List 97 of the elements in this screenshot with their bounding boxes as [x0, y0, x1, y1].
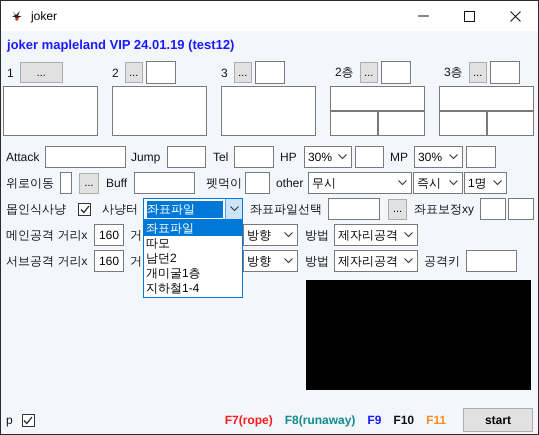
field-label: Buff — [106, 176, 128, 190]
dropdown[interactable]: 무시 — [308, 172, 412, 194]
field-label: HP — [280, 150, 297, 164]
input-field[interactable] — [221, 86, 316, 136]
app-header: joker mapleland VIP 24.01.19 (test12) — [7, 37, 236, 53]
input-field[interactable] — [328, 198, 380, 220]
field-label: 방법 — [305, 252, 329, 270]
minimize-icon — [418, 15, 428, 17]
dropdown[interactable]: 방향 — [243, 250, 298, 272]
input-field[interactable] — [490, 61, 520, 84]
dropdown-option[interactable]: 따모 — [144, 236, 242, 251]
hotkey-label: F11 — [426, 413, 446, 427]
input-field[interactable]: 160 — [94, 224, 124, 246]
maximize-icon — [464, 10, 474, 22]
window-title: joker — [31, 9, 58, 23]
chevron-down-icon — [284, 232, 293, 238]
field-label: 방법 — [305, 226, 329, 244]
browse-button[interactable]: ... — [234, 62, 252, 83]
start-button[interactable]: start — [463, 408, 533, 432]
hotkey-label: F9 — [367, 413, 382, 427]
field-label: MP — [390, 150, 408, 164]
field-label: 몹인식사냥 — [6, 200, 66, 218]
input-field[interactable] — [330, 111, 378, 136]
chevron-down-icon — [449, 180, 458, 186]
input-field[interactable] — [380, 61, 411, 84]
checkbox[interactable] — [22, 414, 35, 426]
field-label: 서브공격 거리x — [6, 252, 88, 270]
input-field[interactable] — [234, 146, 274, 168]
slot-label: 2층 — [335, 64, 354, 81]
input-field[interactable] — [60, 172, 72, 194]
input-field[interactable] — [466, 146, 496, 168]
field-label: 좌표보정xy — [414, 200, 474, 218]
browse-button[interactable]: ... — [79, 172, 99, 194]
dropdown[interactable]: 제자리공격 — [334, 224, 418, 246]
field-label: 좌표파일선택 — [250, 200, 322, 218]
input-field[interactable] — [134, 172, 195, 194]
browse-button[interactable]: ... — [20, 62, 63, 83]
input-field[interactable] — [254, 61, 285, 84]
browse-button[interactable]: ... — [124, 62, 143, 83]
input-field[interactable] — [439, 86, 534, 111]
input-field[interactable] — [3, 86, 98, 136]
input-field[interactable] — [112, 86, 207, 136]
browse-button[interactable]: ... — [468, 62, 487, 83]
field-label: other — [276, 176, 304, 190]
slot-label: 1 — [7, 66, 14, 80]
dropdown[interactable]: 방향 — [243, 224, 298, 246]
dropdown[interactable]: 30% — [304, 146, 352, 168]
field-label: 펫먹이 — [206, 174, 242, 192]
input-field[interactable] — [378, 111, 425, 136]
input-field[interactable] — [167, 146, 206, 168]
field-label: Attack — [6, 150, 40, 164]
dropdown-option[interactable]: 개미굴1층 — [144, 266, 242, 281]
field-label: Tel — [213, 150, 228, 164]
input-field[interactable] — [480, 198, 506, 220]
input-field[interactable] — [486, 111, 534, 136]
field-label: 위로이동 — [6, 174, 54, 192]
chevron-down-icon — [284, 258, 293, 264]
chevron-down-icon — [404, 258, 413, 264]
input-field[interactable] — [355, 146, 384, 168]
input-field[interactable] — [45, 146, 126, 168]
dropdown-option[interactable]: 지하철1-4 — [144, 281, 242, 296]
dropdown-option[interactable]: 좌표파일 — [144, 221, 242, 236]
slot-label: 3층 — [444, 64, 463, 81]
field-label: 거 — [130, 252, 142, 270]
dropdown[interactable]: 즉시 — [413, 172, 463, 194]
chevron-down-icon — [493, 180, 502, 186]
browse-button[interactable]: ... — [388, 198, 407, 220]
field-label: 거 — [130, 226, 142, 244]
dropdown[interactable]: 30% — [414, 146, 463, 168]
chevron-down-icon — [230, 206, 238, 212]
hotkey-label: F7(rope) — [224, 413, 273, 427]
input-field[interactable] — [439, 111, 486, 136]
input-field[interactable]: 160 — [94, 250, 124, 272]
dropdown-option[interactable]: 남던2 — [144, 251, 242, 266]
p-label: p — [6, 413, 13, 427]
close-icon — [510, 10, 520, 22]
chevron-down-icon — [338, 154, 348, 160]
field-label: 메인공격 거리x — [6, 226, 88, 244]
input-field[interactable] — [146, 61, 176, 84]
dropdown[interactable]: 제자리공격 — [334, 250, 418, 272]
chevron-down-icon — [404, 232, 413, 238]
input-field[interactable] — [508, 198, 534, 220]
field-label: 사냥터 — [102, 200, 138, 218]
hotkey-label: F8(runaway) — [284, 413, 356, 427]
browse-button[interactable]: ... — [360, 62, 378, 83]
input-field[interactable] — [245, 172, 270, 194]
field-label: 공격키 — [424, 252, 460, 270]
slot-label: 3 — [221, 66, 228, 80]
field-label: Jump — [131, 150, 160, 164]
hotkey-label: F10 — [393, 413, 414, 427]
chevron-down-icon — [398, 180, 407, 186]
slot-label: 2 — [112, 66, 119, 80]
input-field[interactable] — [330, 86, 425, 111]
dropdown[interactable]: 1명 — [464, 172, 507, 194]
chevron-down-icon — [449, 154, 458, 160]
checkbox[interactable] — [78, 202, 91, 216]
input-field[interactable] — [466, 250, 517, 272]
